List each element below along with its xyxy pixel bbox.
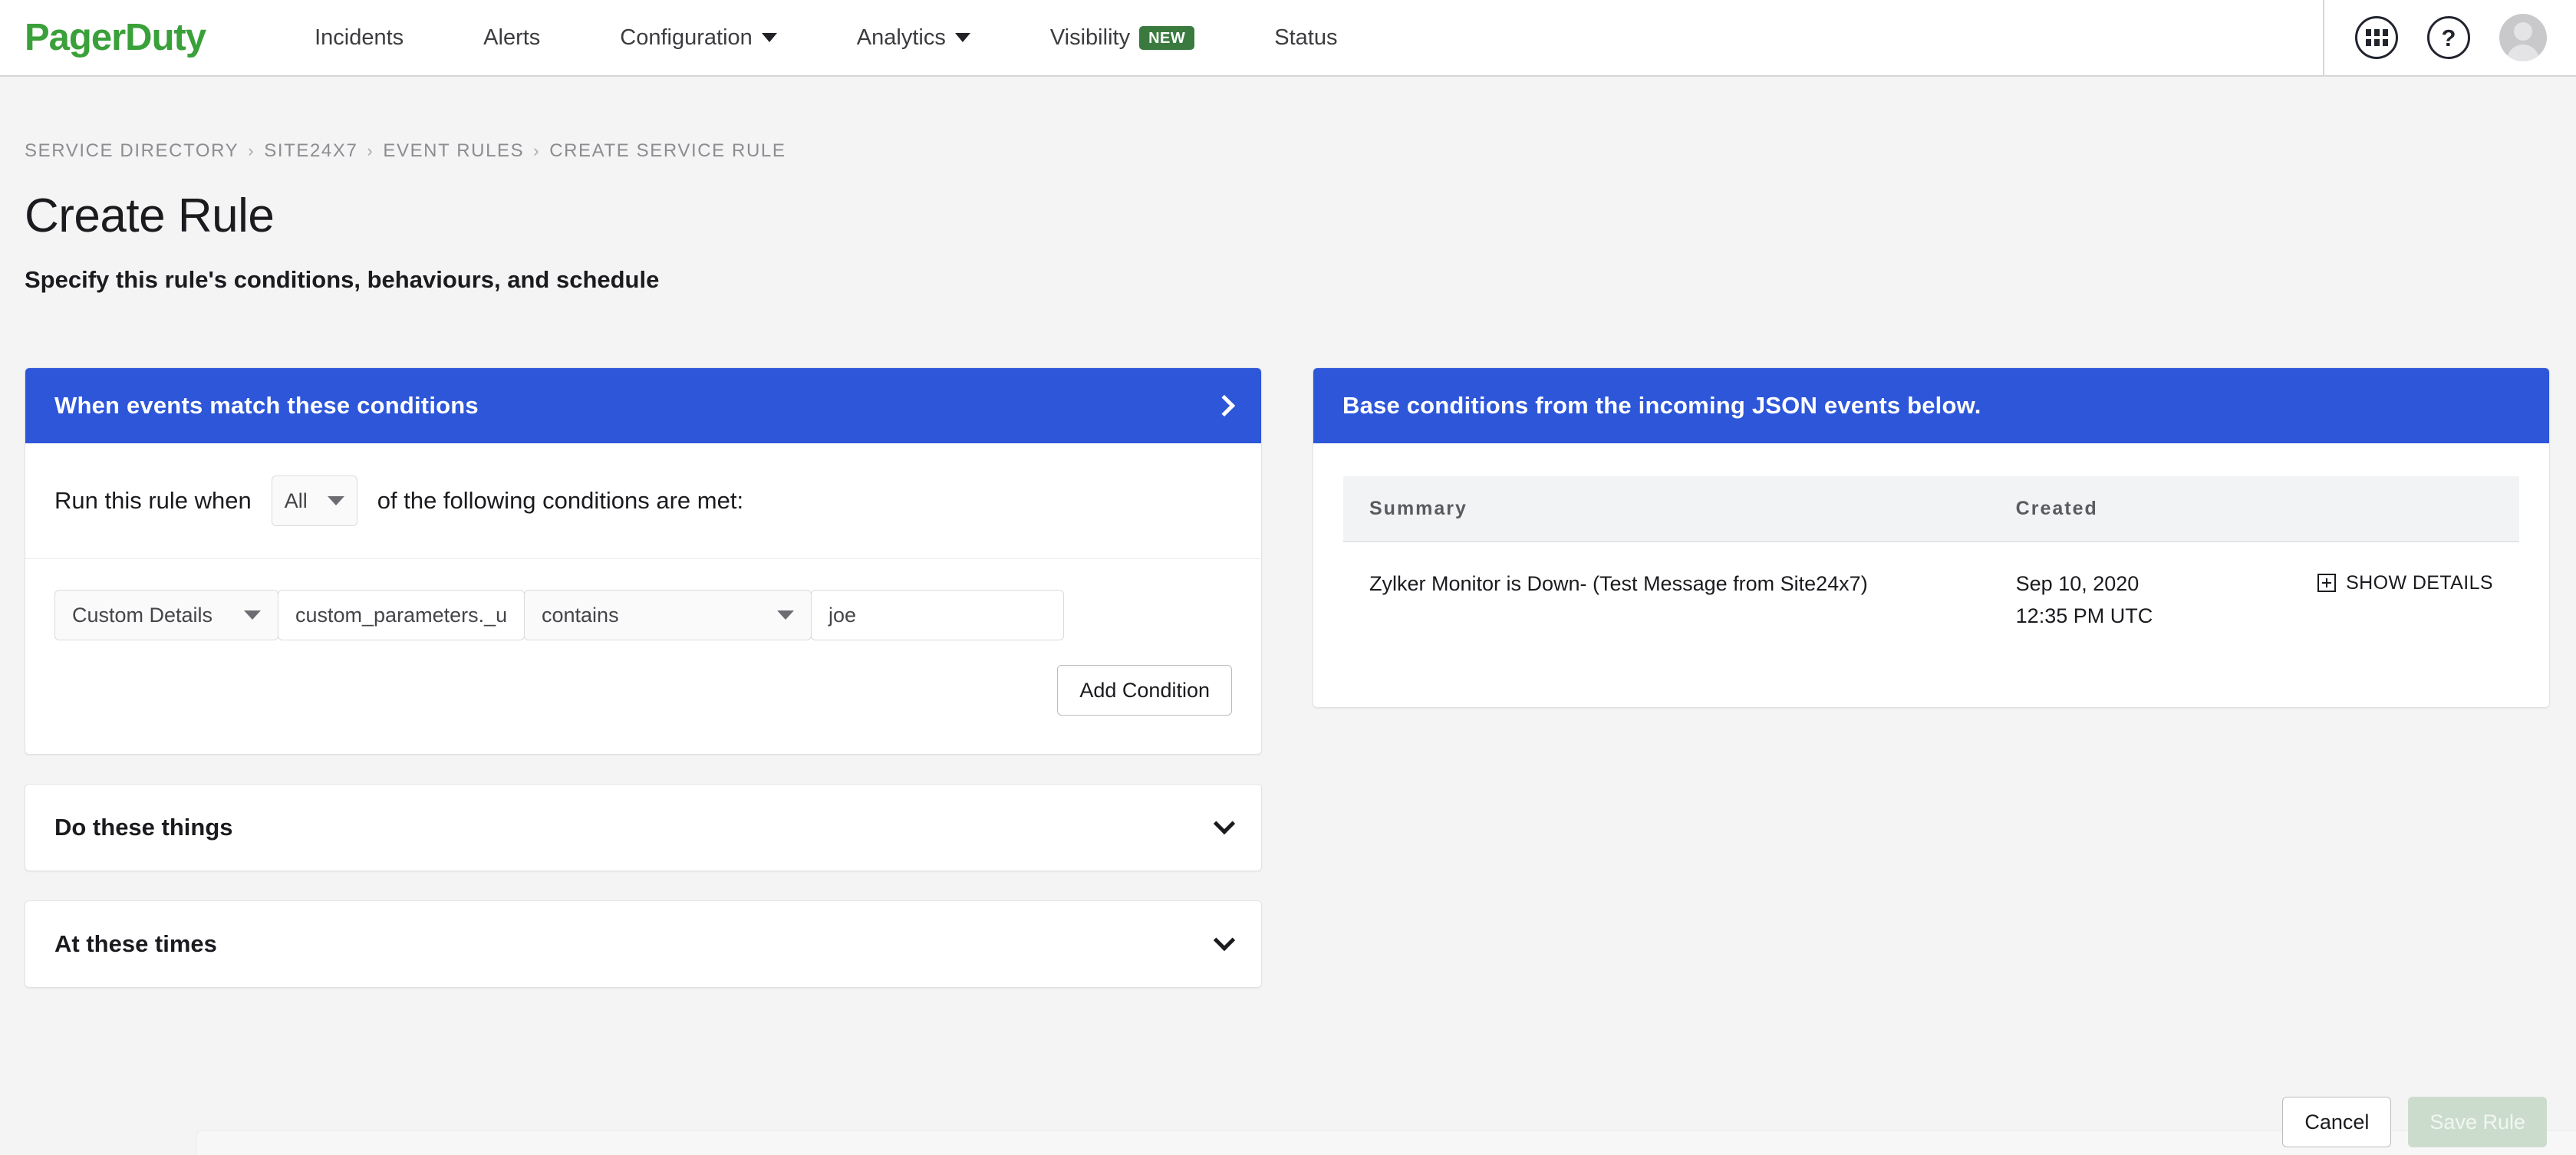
nav-item-label: Incidents [315,25,404,51]
condition-field-path-input[interactable]: custom_parameters._u [278,590,525,640]
nav-item-visibility[interactable]: Visibility NEW [1010,25,1234,51]
breadcrumb: SERVICE DIRECTORY › SITE24X7 › EVENT RUL… [25,140,2551,162]
cancel-button[interactable]: Cancel [2282,1097,2391,1147]
page-subtitle: Specify this rule's conditions, behaviou… [25,266,2551,294]
breadcrumb-separator-icon: › [248,141,255,161]
events-table-wrapper: Summary Created Zylker Monitor is Down- … [1313,443,2549,707]
nav-item-label: Alerts [483,25,540,51]
left-column: When events match these conditions Run t… [25,367,1262,988]
conditions-card-title: When events match these conditions [54,392,479,420]
events-table-body: Zylker Monitor is Down- (Test Message fr… [1343,542,2520,669]
page-footer: Cancel Save Rule [0,1089,2576,1155]
save-rule-button[interactable]: Save Rule [2408,1097,2547,1147]
events-table-head: Summary Created [1343,476,2520,542]
main-columns: When events match these conditions Run t… [25,367,2551,988]
breadcrumb-separator-icon: › [367,141,374,161]
nav-item-label: Analytics [857,25,946,51]
nav-utility-group: ? [2323,0,2576,75]
breadcrumb-item-service-directory[interactable]: SERVICE DIRECTORY [25,140,239,162]
chevron-down-icon [244,610,261,620]
footer-background-strip [196,1130,2576,1155]
question-mark-icon: ? [2442,26,2456,50]
table-row: Zylker Monitor is Down- (Test Message fr… [1343,542,2520,669]
times-card-title: At these times [54,930,217,958]
conditions-card-header[interactable]: When events match these conditions [25,368,1261,443]
breadcrumb-separator-icon: › [533,141,540,161]
nav-item-analytics[interactable]: Analytics [817,25,1010,51]
pagerduty-logo[interactable]: PagerDuty [25,19,206,57]
show-details-label: SHOW DETAILS [2346,568,2493,598]
column-header-actions [2291,476,2519,542]
breadcrumb-item-create-service-rule[interactable]: CREATE SERVICE RULE [549,140,786,162]
page-title: Create Rule [25,189,2551,243]
events-card-header: Base conditions from the incoming JSON e… [1313,368,2549,443]
user-avatar[interactable] [2499,14,2547,61]
chevron-right-icon[interactable] [1214,395,1235,416]
nav-item-label: Configuration [620,25,753,51]
breadcrumb-item-event-rules[interactable]: EVENT RULES [383,140,524,162]
breadcrumb-item-site24x7[interactable]: SITE24X7 [264,140,357,162]
chevron-down-icon[interactable] [1214,930,1235,951]
add-condition-row: Add Condition [25,640,1261,754]
show-details-button[interactable]: SHOW DETAILS [2317,568,2493,598]
events-card: Base conditions from the incoming JSON e… [1313,367,2550,708]
times-card-header[interactable]: At these times [25,901,1261,987]
condition-match-value-input[interactable]: joe [811,590,1064,640]
column-header-created: Created [1990,476,2291,542]
cell-actions: SHOW DETAILS [2291,542,2519,669]
top-navigation-bar: PagerDuty Incidents Alerts Configuration… [0,0,2576,77]
nav-item-label: Status [1274,25,1337,51]
primary-nav-links: Incidents Alerts Configuration Analytics… [275,25,1377,51]
cell-summary: Zylker Monitor is Down- (Test Message fr… [1343,542,1990,669]
match-type-value: All [285,489,308,513]
condition-field-type-select[interactable]: Custom Details [54,590,278,640]
run-rule-suffix-label: of the following conditions are met: [377,487,743,515]
cell-created: Sep 10, 2020 12:35 PM UTC [1990,542,2291,669]
page-content: SERVICE DIRECTORY › SITE24X7 › EVENT RUL… [0,140,2576,988]
condition-operator-value: contains [542,604,619,627]
condition-field-path-value: custom_parameters._u [295,604,507,627]
chevron-down-icon [762,33,777,42]
plus-box-icon [2317,574,2336,592]
new-badge: NEW [1139,26,1194,50]
match-type-select[interactable]: All [272,475,357,526]
nav-item-configuration[interactable]: Configuration [580,25,817,51]
condition-match-value: joe [828,604,856,627]
chevron-down-icon [955,33,970,42]
created-time: 12:35 PM UTC [2016,601,2265,633]
chevron-down-icon[interactable] [1214,813,1235,834]
condition-field-type-value: Custom Details [72,604,212,627]
condition-operator-select[interactable]: contains [524,590,812,640]
grid-icon [2366,29,2388,46]
conditions-card: When events match these conditions Run t… [25,367,1262,755]
events-table: Summary Created Zylker Monitor is Down- … [1342,475,2520,669]
created-date: Sep 10, 2020 [2016,568,2265,601]
events-card-title: Base conditions from the incoming JSON e… [1342,392,1981,420]
events-table-header-row: Summary Created [1343,476,2520,542]
nav-item-incidents[interactable]: Incidents [275,25,443,51]
nav-item-status[interactable]: Status [1234,25,1377,51]
card-spacer [25,871,1262,900]
actions-card-header[interactable]: Do these things [25,785,1261,870]
apps-grid-button[interactable] [2355,16,2398,59]
nav-item-alerts[interactable]: Alerts [443,25,580,51]
help-button[interactable]: ? [2427,16,2470,59]
actions-card-title: Do these things [54,814,233,841]
column-header-summary: Summary [1343,476,1990,542]
right-column: Base conditions from the incoming JSON e… [1313,367,2550,988]
condition-row: Custom Details custom_parameters._u cont… [25,559,1261,640]
add-condition-button[interactable]: Add Condition [1057,665,1232,716]
chevron-down-icon [777,610,794,620]
chevron-down-icon [328,496,344,505]
nav-item-label: Visibility [1050,25,1130,51]
actions-card: Do these things [25,784,1262,871]
run-rule-when-row: Run this rule when All of the following … [25,443,1261,559]
card-spacer [25,755,1262,784]
times-card: At these times [25,900,1262,988]
run-rule-prefix-label: Run this rule when [54,487,252,515]
